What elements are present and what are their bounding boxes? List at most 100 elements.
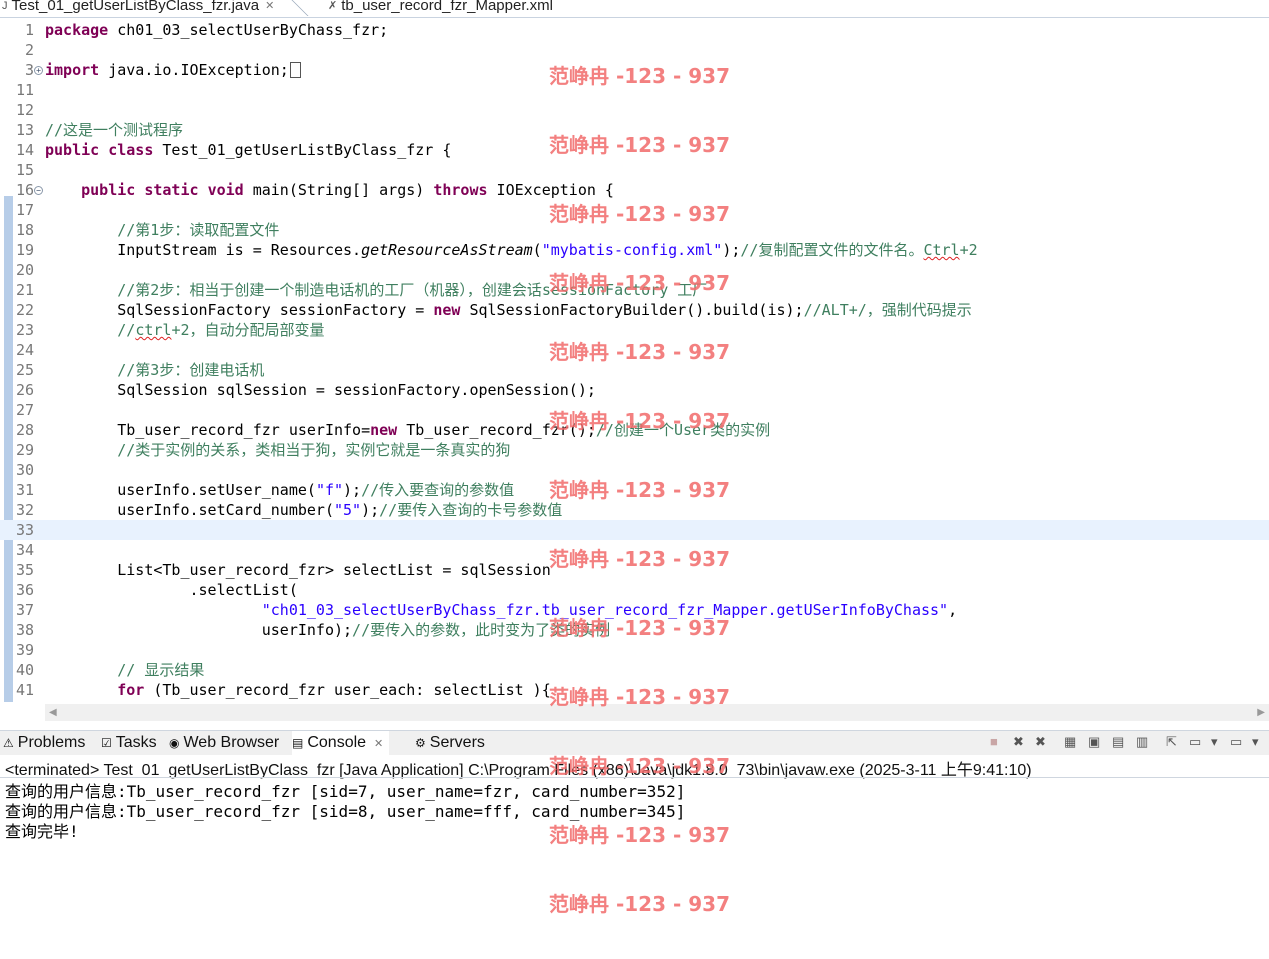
line-number: 28	[15, 421, 34, 439]
editor-tab-label: tb_user_record_fzr_Mapper.xml	[341, 0, 553, 14]
code-token: //创建一个User类的实例	[595, 421, 771, 439]
line-number: 36	[15, 581, 34, 599]
tab-web-browser[interactable]: ◉ Web Browser	[169, 731, 279, 755]
code-line[interactable]: 37 "ch01_03_selectUserByChass_fzr.tb_use…	[0, 600, 1269, 620]
editor-tab-xml[interactable]: ✗ tb_user_record_fzr_Mapper.xml	[328, 0, 553, 16]
horizontal-scrollbar[interactable]: ◀ ▶	[45, 704, 1269, 721]
code-line[interactable]: 29 //类于实例的关系，类相当于狗，实例它就是一条真实的狗	[0, 440, 1269, 460]
code-text: userInfo);//要传入的参数，此时变为了类的实例	[45, 620, 610, 640]
code-line[interactable]: 21 //第2步：相当于创建一个制造电话机的工厂（机器），创建会话session…	[0, 280, 1269, 300]
console-view[interactable]: <terminated> Test_01_getUserListByClass_…	[0, 755, 1269, 959]
code-token: //第1步：读取配置文件	[117, 221, 280, 239]
code-line[interactable]: 17	[0, 200, 1269, 220]
code-line[interactable]: 12	[0, 100, 1269, 120]
code-line[interactable]: 20	[0, 260, 1269, 280]
view-menu-icon[interactable]: ▾	[1252, 734, 1259, 750]
code-line[interactable]: 35 List<Tb_user_record_fzr> selectList =…	[0, 560, 1269, 580]
line-number: 24	[15, 341, 34, 359]
code-token: "5"	[333, 501, 362, 519]
close-icon[interactable]: ✕	[374, 737, 383, 750]
code-line[interactable]: 34	[0, 540, 1269, 560]
code-line[interactable]: 39	[0, 640, 1269, 660]
line-number: 25	[15, 361, 34, 379]
code-line[interactable]: 18 //第1步：读取配置文件	[0, 220, 1269, 240]
code-line[interactable]: 3 + import java.io.IOException;	[0, 60, 1269, 80]
expand-fold-icon[interactable]: +	[34, 66, 43, 75]
scroll-left-icon[interactable]: ◀	[49, 704, 57, 721]
code-line[interactable]: 2	[0, 40, 1269, 60]
code-line[interactable]: 28 Tb_user_record_fzr userInfo=new Tb_us…	[0, 420, 1269, 440]
line-number: 23	[15, 321, 34, 339]
word-wrap-icon[interactable]: ▤	[1112, 734, 1124, 750]
code-line[interactable]: 32 userInfo.setCard_number("5");//要传入查询的…	[0, 500, 1269, 520]
code-line[interactable]: 24	[0, 340, 1269, 360]
servers-icon: ⚙	[415, 736, 426, 750]
code-line[interactable]: 26 SqlSession sqlSession = sessionFactor…	[0, 380, 1269, 400]
code-line[interactable]: 16− public static void main(String[] arg…	[0, 180, 1269, 200]
code-line[interactable]: 36 .selectList(	[0, 580, 1269, 600]
editor-tab-java[interactable]: J Test_01_getUserListByClass_fzr.java ✕	[2, 0, 289, 16]
close-icon[interactable]: ✕	[265, 0, 274, 12]
problems-icon: ⚠	[3, 736, 14, 750]
code-token: java.io.IOException;	[99, 61, 289, 79]
code-line[interactable]: 14 public class Test_01_getUserListByClas…	[0, 140, 1269, 160]
code-line[interactable]: 11	[0, 80, 1269, 100]
code-line[interactable]: 33	[0, 520, 1269, 540]
code-token: List<Tb_user_record_fzr> selectList = sq…	[45, 561, 551, 579]
code-line[interactable]: 31 userInfo.setUser_name("f");//传入要查询的参数…	[0, 480, 1269, 500]
scroll-lock-icon[interactable]: ▣	[1088, 734, 1100, 750]
pin-console-icon[interactable]: ⇱	[1166, 734, 1177, 750]
line-number: 31	[15, 481, 34, 499]
scroll-right-icon[interactable]: ▶	[1257, 704, 1265, 721]
code-line[interactable]: 23 //ctrl+2，自动分配局部变量	[0, 320, 1269, 340]
code-line[interactable]: 38 userInfo);//要传入的参数，此时变为了类的实例	[0, 620, 1269, 640]
code-text: public static void main(String[] args) t…	[45, 180, 614, 200]
code-line[interactable]: 13 //这是一个测试程序	[0, 120, 1269, 140]
code-line[interactable]: 30	[0, 460, 1269, 480]
clear-console-icon[interactable]: ▦	[1064, 734, 1076, 750]
code-text: InputStream is = Resources.getResourceAs…	[45, 240, 977, 260]
code-token: getResourceAsStream	[361, 241, 533, 259]
collapse-fold-icon[interactable]: −	[34, 186, 43, 195]
display-console-icon[interactable]: ▭	[1189, 734, 1201, 750]
remove-all-launches-icon[interactable]: ✖	[1035, 734, 1046, 750]
tab-problems[interactable]: ⚠ Problems	[3, 731, 85, 755]
code-token: );	[361, 501, 380, 519]
line-number: 1	[24, 21, 34, 39]
tab-console[interactable]: ▤ Console ✕	[292, 731, 390, 755]
code-token: class	[108, 141, 154, 159]
open-console-icon[interactable]: ▭	[1230, 734, 1242, 750]
terminate-icon[interactable]: ■	[990, 734, 998, 749]
code-line[interactable]: 15	[0, 160, 1269, 180]
code-line[interactable]: 40 // 显示结果	[0, 660, 1269, 680]
code-line[interactable]: 25 //第3步：创建电话机	[0, 360, 1269, 380]
code-line[interactable]: 1 package ch01_03_selectUserByChass_fzr;	[0, 20, 1269, 40]
code-editor[interactable]: 1 package ch01_03_selectUserByChass_fzr; 2…	[0, 18, 1269, 702]
code-text: List<Tb_user_record_fzr> selectList = sq…	[45, 560, 551, 580]
code-token: public	[81, 181, 136, 199]
show-console-icon[interactable]: ▥	[1136, 734, 1148, 750]
tab-tasks[interactable]: ☑ Tasks	[101, 731, 157, 755]
line-number: 39	[15, 641, 34, 659]
code-text: //第2步：相当于创建一个制造电话机的工厂（机器），创建会话sessionFac…	[45, 280, 707, 300]
code-line[interactable]: 22 SqlSessionFactory sessionFactory = ne…	[0, 300, 1269, 320]
console-output-line: 查询的用户信息:Tb_user_record_fzr [sid=8, user_…	[5, 802, 686, 821]
code-token: //第3步：创建电话机	[117, 361, 265, 379]
folded-content-icon[interactable]	[289, 62, 301, 78]
code-text: Tb_user_record_fzr userInfo=new Tb_user_…	[45, 420, 770, 440]
chevron-down-icon[interactable]: ▾	[1211, 734, 1218, 750]
code-token: userInfo.setCard_number(	[45, 501, 334, 519]
code-token: new	[370, 421, 398, 439]
tab-servers[interactable]: ⚙ Servers	[415, 731, 485, 755]
remove-launch-icon[interactable]: ✖	[1013, 734, 1024, 750]
code-text: userInfo.setUser_name("f");//传入要查询的参数值	[45, 480, 514, 500]
line-number: 15	[15, 161, 34, 179]
code-line[interactable]: 41 for (Tb_user_record_fzr user_each: se…	[0, 680, 1269, 700]
code-line[interactable]: 27	[0, 400, 1269, 420]
code-line[interactable]: 19 InputStream is = Resources.getResourc…	[0, 240, 1269, 260]
line-number: 34	[15, 541, 34, 559]
